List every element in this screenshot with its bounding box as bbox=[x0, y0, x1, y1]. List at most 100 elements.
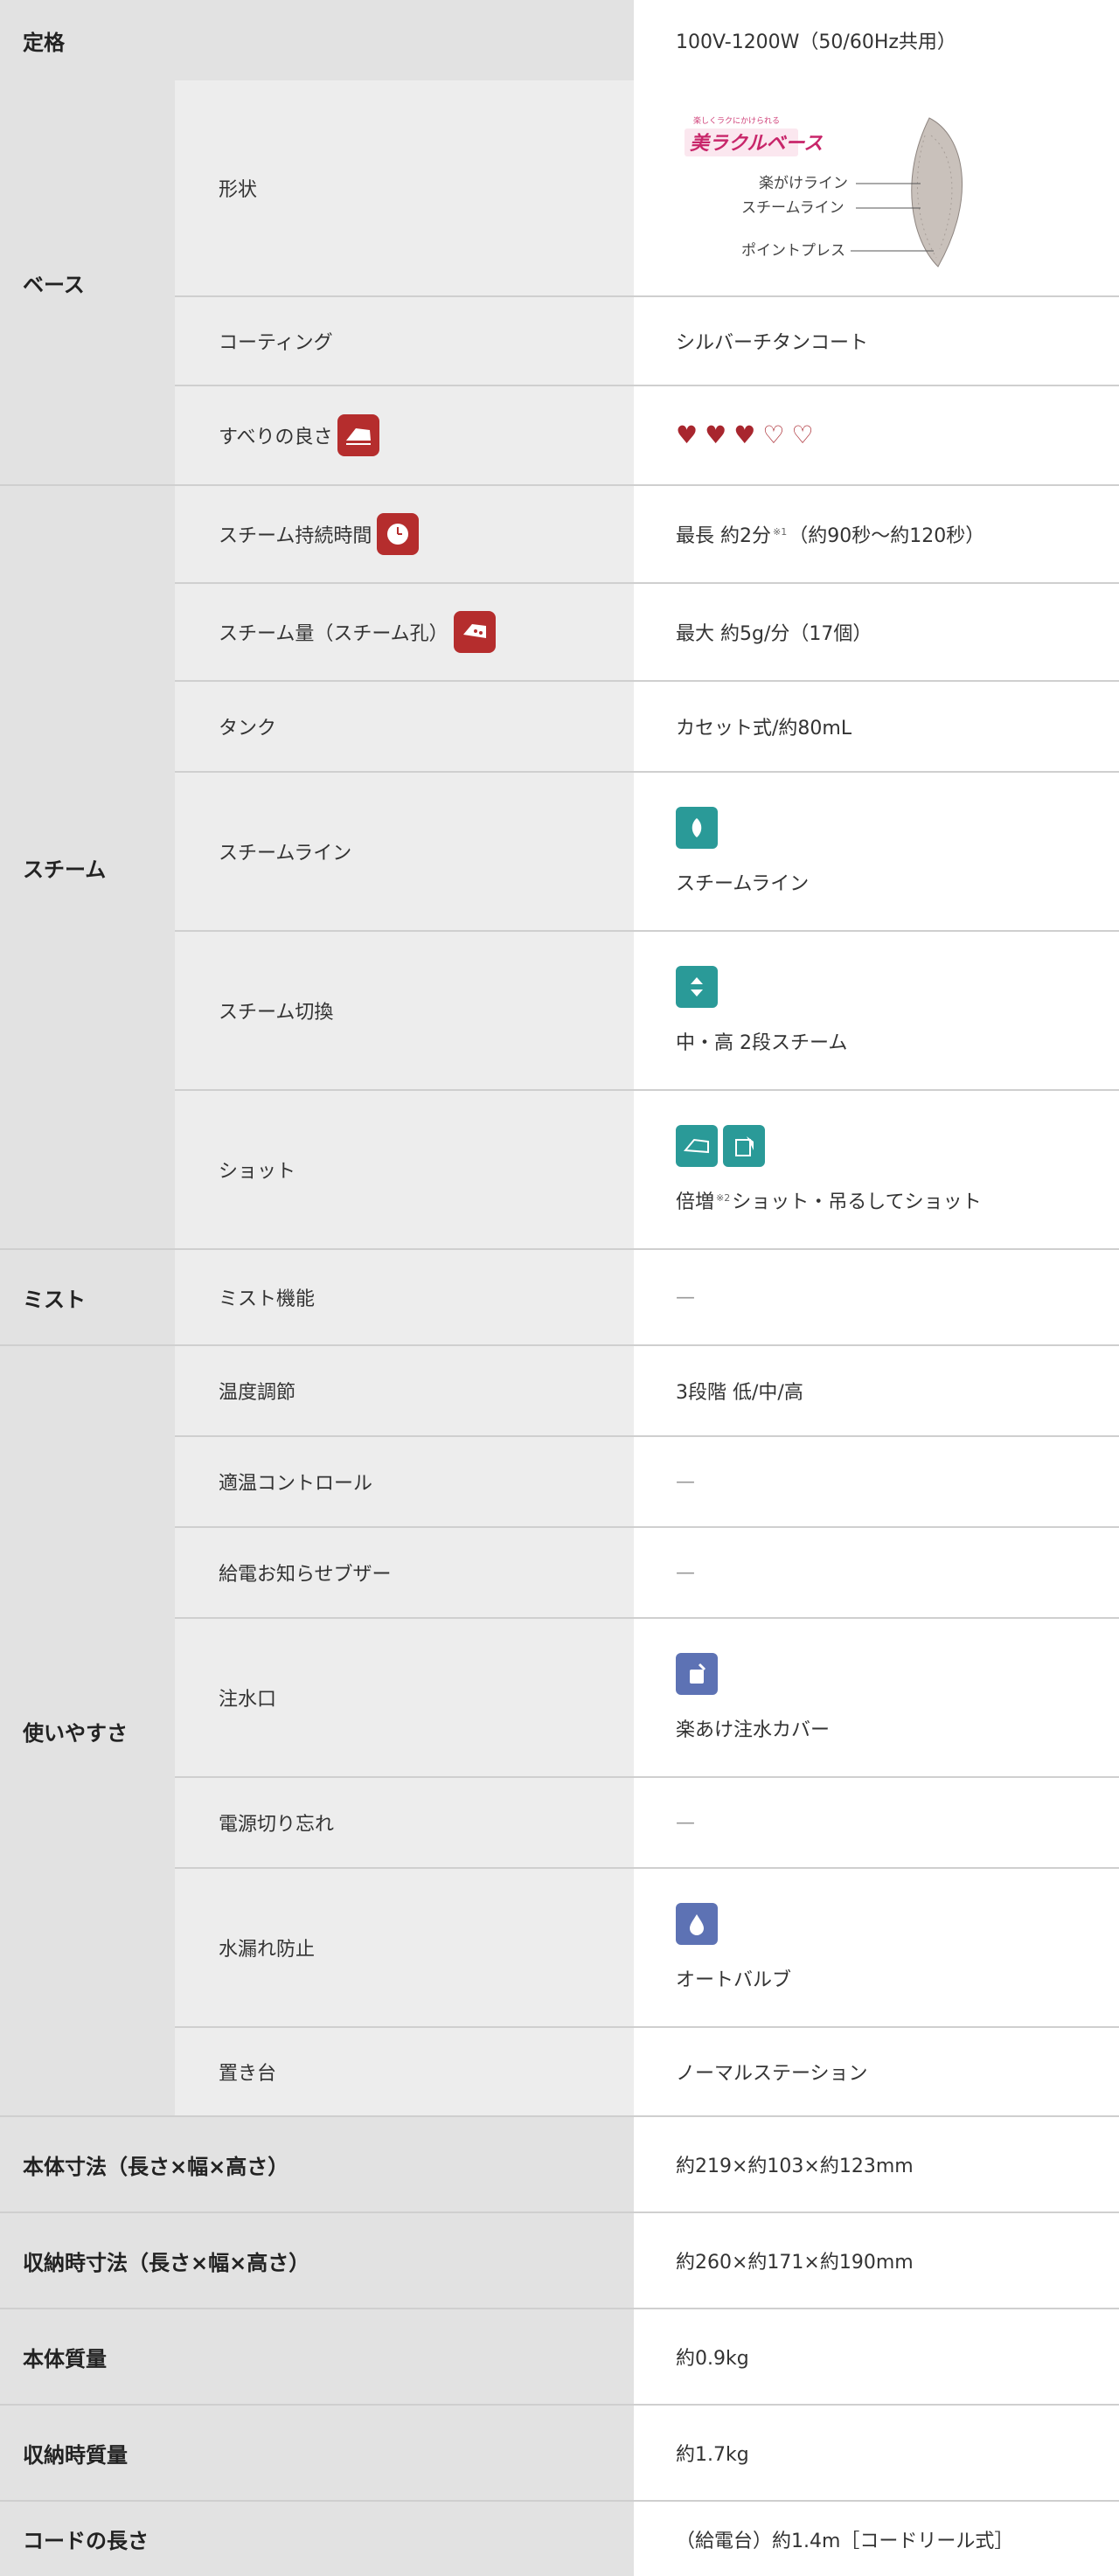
base-glide-label: すべりの良さ bbox=[175, 386, 634, 484]
category-body-mass: 本体質量 bbox=[0, 2309, 634, 2404]
base-shape-image: 楽しくラクにかけられる 美ラクルベース 楽がけライン スチームライン ポイントプ… bbox=[634, 80, 1119, 295]
shot-text: 倍増 ※2ショット・吊るしてショット bbox=[676, 1186, 1119, 1214]
spec-table: 定格 100V-1200W（50/60Hz共用） ベース 形状 楽しくラクにかけ… bbox=[0, 0, 1119, 2576]
water-inlet-icon bbox=[676, 1653, 718, 1695]
base-coating-label: コーティング bbox=[175, 297, 634, 385]
steam-shot-label: ショット bbox=[175, 1091, 634, 1248]
steam-holes-icon bbox=[453, 611, 496, 653]
steam-amount-label-text: スチーム量（スチーム孔） bbox=[219, 623, 448, 645]
steam-duration-label: スチーム持続時間 bbox=[175, 486, 634, 582]
category-steam: スチーム bbox=[0, 486, 175, 1248]
steam-duration-text: 最長 約2分 ※1（約90秒〜約120秒） bbox=[676, 520, 1119, 548]
steam-switch-text: 中・高 2段スチーム bbox=[676, 1032, 848, 1054]
glide-label-text: すべりの良さ bbox=[219, 427, 333, 448]
stand-text: ノーマルステーション bbox=[676, 2063, 868, 2085]
steam-line-icon bbox=[676, 807, 718, 849]
category-cord: コードの長さ bbox=[0, 2502, 634, 2576]
heart-empty-icon: ♡ bbox=[762, 420, 785, 449]
steam-line-label: スチームライン bbox=[175, 773, 634, 930]
temp-text: 3段階 低/中/高 bbox=[676, 1382, 803, 1404]
storage-mass-text: 約1.7kg bbox=[676, 2444, 749, 2466]
duration-main: 最長 約2分 bbox=[676, 525, 771, 547]
callout-3: ポイントプレス bbox=[741, 242, 845, 259]
hanging-shot-icon bbox=[723, 1125, 765, 1167]
steam-amount-value: 最大 約5g/分（17個） bbox=[634, 584, 1119, 680]
category-mist: ミスト bbox=[0, 1250, 175, 1344]
temp-value: 3段階 低/中/高 bbox=[634, 1346, 1119, 1435]
callout-2: スチームライン bbox=[741, 199, 844, 216]
auto-temp-label: 適温コントロール bbox=[175, 1437, 634, 1526]
steam-tank-label: タンク bbox=[175, 682, 634, 771]
rating-value-text: 100V-1200W（50/60Hz共用） bbox=[676, 31, 956, 53]
category-storage-mass: 収納時質量 bbox=[0, 2406, 634, 2500]
heart-filled-icon: ♥ bbox=[676, 420, 699, 449]
water-drop-icon bbox=[676, 1903, 718, 1945]
brand-tagline: 楽しくラクにかけられる bbox=[693, 115, 780, 125]
category-usability: 使いやすさ bbox=[0, 1346, 175, 2115]
mist-dash: — bbox=[676, 1286, 695, 1309]
buzzer-label: 給電お知らせブザー bbox=[175, 1528, 634, 1617]
heart-filled-icon: ♥ bbox=[705, 420, 727, 449]
stand-value: ノーマルステーション bbox=[634, 2028, 1119, 2115]
steam-tank-value: カセット式/約80mL bbox=[634, 682, 1119, 771]
clock-icon bbox=[377, 513, 420, 555]
steam-duration-value: 最長 約2分 ※1（約90秒〜約120秒） bbox=[634, 486, 1119, 582]
footnote-1: ※1 bbox=[773, 525, 788, 538]
steam-switch-value: 中・高 2段スチーム bbox=[634, 932, 1119, 1089]
temp-label: 温度調節 bbox=[175, 1346, 634, 1435]
inlet-text: 楽あけ注水カバー bbox=[676, 1719, 831, 1741]
category-storage-dims: 収納時寸法（長さ×幅×高さ） bbox=[0, 2213, 634, 2308]
buzzer-dash: — bbox=[676, 1561, 695, 1584]
body-mass-value: 約0.9kg bbox=[634, 2309, 1119, 2404]
steam-amount-label: スチーム量（スチーム孔） bbox=[175, 584, 634, 680]
auto-temp-dash: — bbox=[676, 1470, 695, 1493]
category-rating: 定格 bbox=[0, 0, 634, 80]
body-dims-value: 約219×約103×約123mm bbox=[634, 2117, 1119, 2211]
storage-mass-value: 約1.7kg bbox=[634, 2406, 1119, 2500]
steam-line-value: スチームライン bbox=[634, 773, 1119, 930]
glide-icon bbox=[337, 414, 380, 456]
base-shape-label: 形状 bbox=[175, 80, 634, 295]
mist-function-value: — bbox=[634, 1250, 1119, 1344]
leak-text: オートバルブ bbox=[676, 1969, 792, 1991]
auto-off-dash: — bbox=[676, 1811, 695, 1834]
steam-shot-value: 倍増 ※2ショット・吊るしてショット bbox=[634, 1091, 1119, 1248]
inlet-value: 楽あけ注水カバー bbox=[634, 1619, 1119, 1776]
heart-filled-icon: ♥ bbox=[733, 420, 756, 449]
steam-line-text: スチームライン bbox=[676, 873, 810, 895]
shot-suffix: ショット・吊るしてショット bbox=[732, 1191, 982, 1213]
iron-soleplate-icon bbox=[911, 117, 963, 267]
glide-hearts: ♥ ♥ ♥ ♡ ♡ bbox=[676, 423, 1119, 448]
steam-duration-label-text: スチーム持続時間 bbox=[219, 525, 372, 547]
inlet-label: 注水口 bbox=[175, 1619, 634, 1776]
body-mass-text: 約0.9kg bbox=[676, 2348, 749, 2370]
coating-text: シルバーチタンコート bbox=[676, 332, 869, 354]
category-body-dims: 本体寸法（長さ×幅×高さ） bbox=[0, 2117, 634, 2211]
buzzer-value: — bbox=[634, 1528, 1119, 1617]
auto-off-value: — bbox=[634, 1778, 1119, 1867]
shot-prefix: 倍増 bbox=[676, 1191, 715, 1213]
steam-switch-icon bbox=[676, 966, 718, 1008]
tank-text: カセット式/約80mL bbox=[676, 718, 852, 739]
cord-value: （給電台）約1.4m［コードリール式］ bbox=[634, 2502, 1119, 2576]
callout-1: 楽がけライン bbox=[759, 175, 848, 191]
rating-value: 100V-1200W（50/60Hz共用） bbox=[634, 0, 1119, 80]
storage-dims-text: 約260×約171×約190mm bbox=[676, 2252, 914, 2274]
brand-name: 美ラクルベース bbox=[690, 132, 823, 154]
auto-temp-value: — bbox=[634, 1437, 1119, 1526]
stand-label: 置き台 bbox=[175, 2028, 634, 2115]
auto-off-label: 電源切り忘れ bbox=[175, 1778, 634, 1867]
cord-text: （給電台）約1.4m［コードリール式］ bbox=[676, 2530, 1014, 2552]
base-glide-rating: ♥ ♥ ♥ ♡ ♡ bbox=[634, 386, 1119, 484]
iron-base-illustration: 楽しくラクにかけられる 美ラクルベース 楽がけライン スチームライン ポイントプ… bbox=[685, 115, 963, 267]
body-dims-text: 約219×約103×約123mm bbox=[676, 2156, 914, 2177]
category-base: ベース bbox=[0, 80, 175, 484]
duration-detail: （約90秒〜約120秒） bbox=[789, 525, 985, 547]
mist-function-label: ミスト機能 bbox=[175, 1250, 634, 1344]
heart-empty-icon: ♡ bbox=[791, 420, 814, 449]
steam-switch-label: スチーム切換 bbox=[175, 932, 634, 1089]
leak-value: オートバルブ bbox=[634, 1869, 1119, 2026]
steam-amount-text: 最大 約5g/分（17個） bbox=[676, 623, 872, 645]
leak-label: 水漏れ防止 bbox=[175, 1869, 634, 2026]
shot-icon bbox=[676, 1125, 718, 1167]
